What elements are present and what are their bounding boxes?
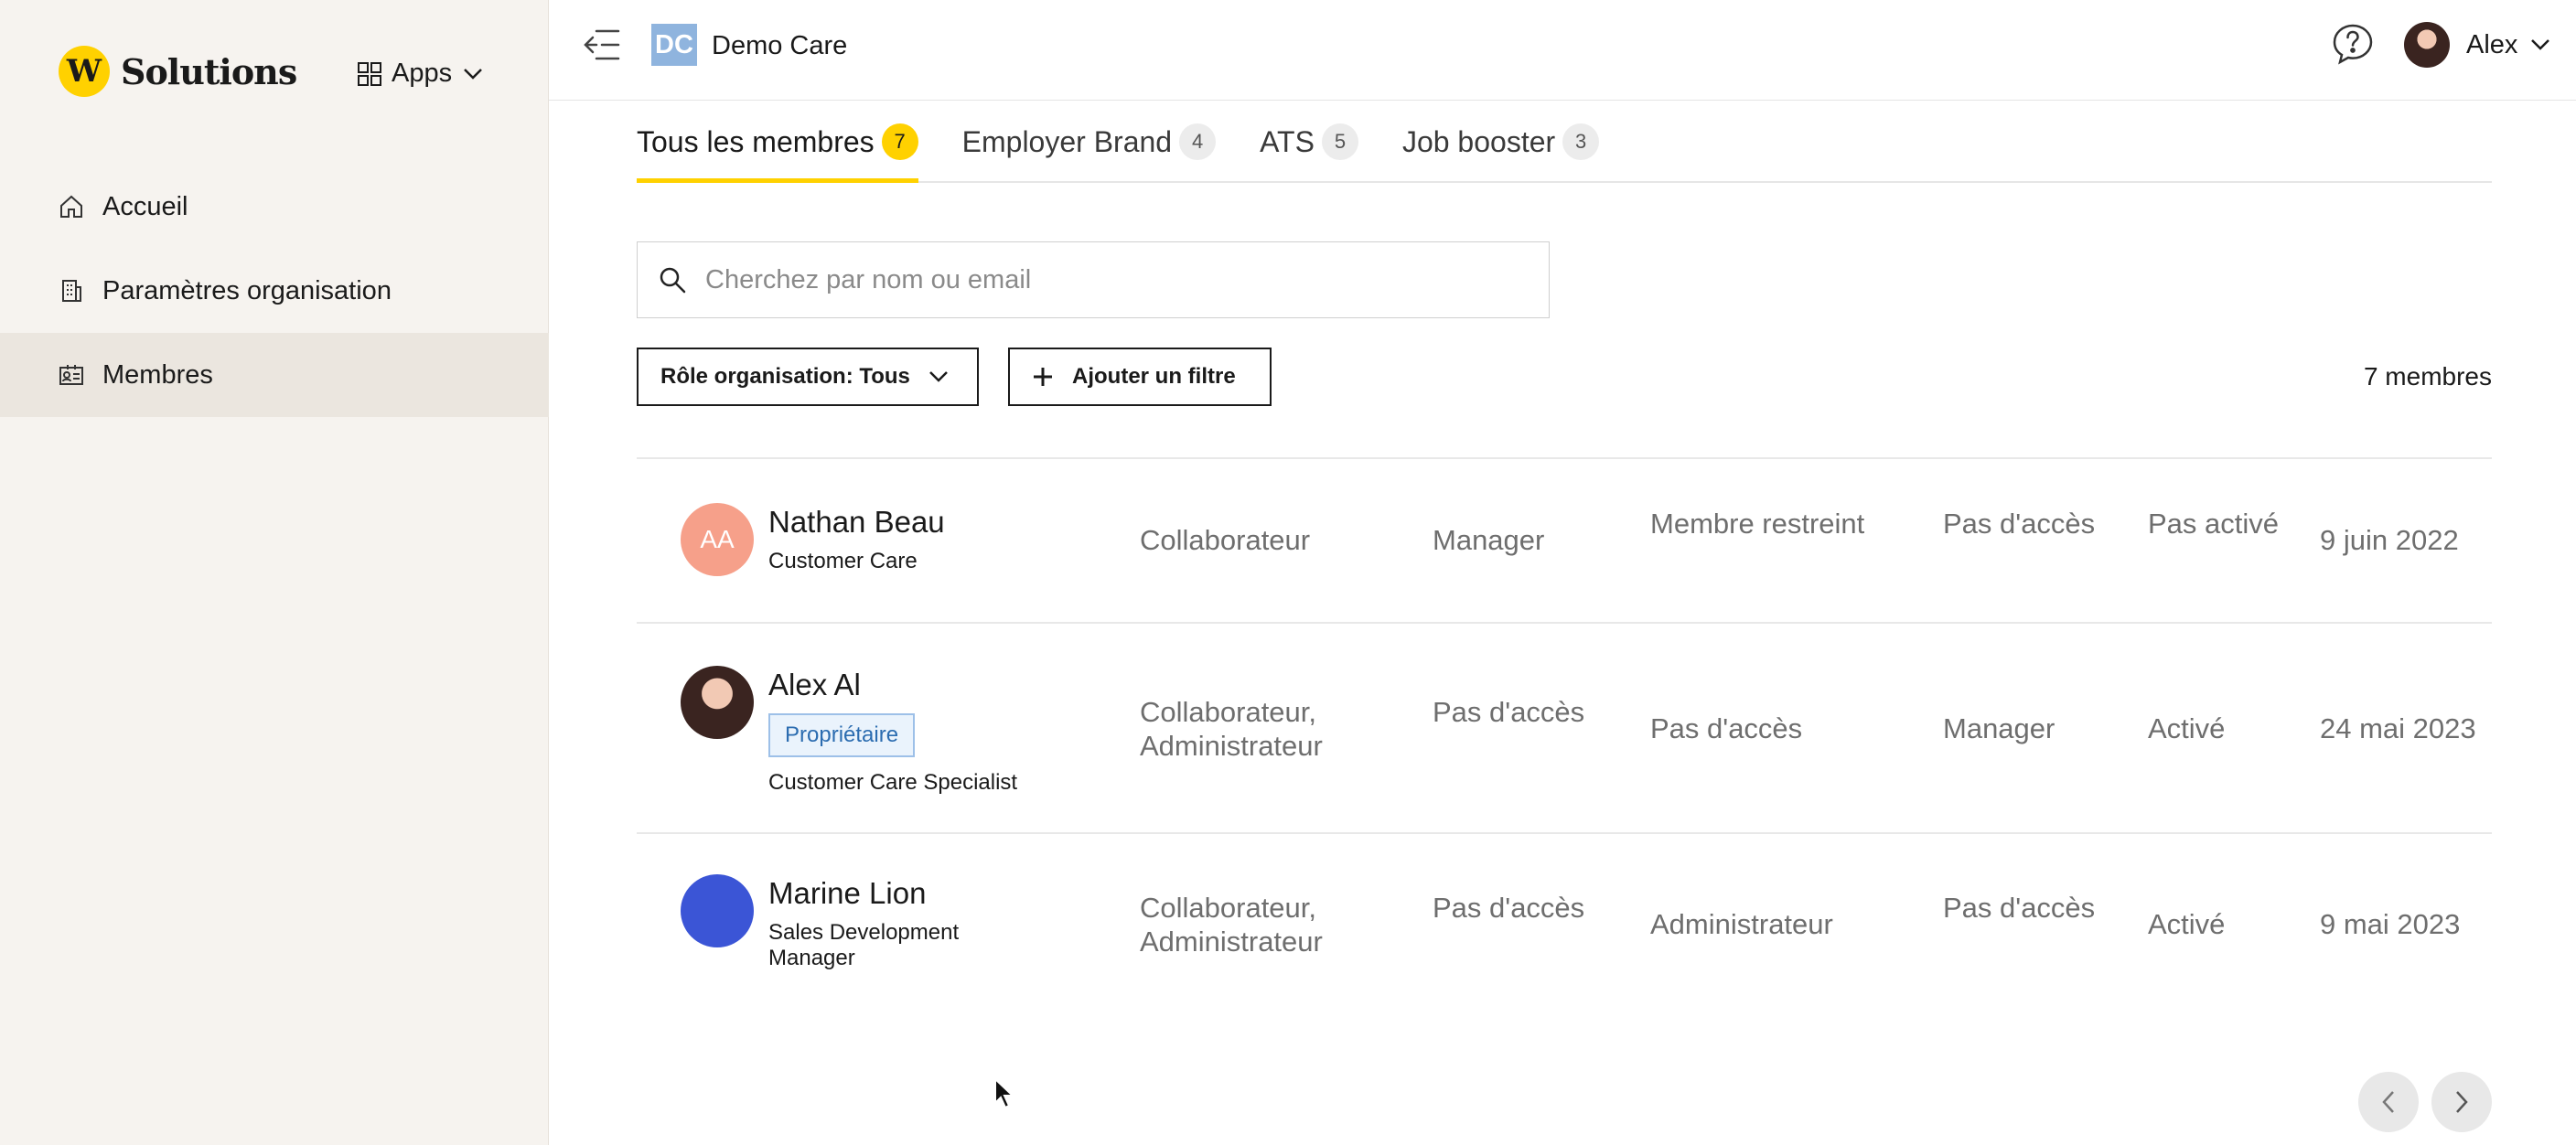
member-avatar	[681, 874, 754, 947]
chevron-down-icon	[464, 68, 482, 80]
chevron-down-icon	[2531, 39, 2550, 50]
cell-role-2: Pas d'accès	[1433, 892, 1585, 924]
members-count: 7 membres	[2363, 362, 2492, 391]
cell-status: Activé	[2148, 908, 2226, 940]
collapse-sidebar-button[interactable]	[582, 26, 622, 69]
brand-name: Solutions	[121, 50, 297, 92]
cell-date: 9 juin 2022	[2320, 524, 2459, 556]
topbar: DC Demo Care Alex	[549, 0, 2576, 101]
sidebar-item-label: Accueil	[102, 191, 188, 221]
sidebar-item-label: Paramètres organisation	[102, 275, 392, 305]
member-name[interactable]: Marine Lion	[768, 876, 997, 911]
tab-job-booster[interactable]: Job booster 3	[1401, 102, 1600, 181]
tab-label: Job booster	[1401, 124, 1556, 158]
member-title: Customer Care Specialist	[768, 770, 1018, 795]
table-row[interactable]: Marine Lion Sales Development Manager Co…	[637, 832, 2492, 1015]
sidebar-nav: Accueil Paramètres organisation Membres	[0, 165, 549, 417]
sidebar-item-label: Membres	[102, 359, 213, 390]
cell-role-3: Pas d'accès	[1650, 712, 1803, 744]
sidebar-item-parametres-organisation[interactable]: Paramètres organisation	[0, 249, 549, 333]
cell-status: Activé	[2148, 712, 2226, 744]
tab-employer-brand[interactable]: Employer Brand 4	[961, 102, 1217, 181]
table-row[interactable]: AA Nathan Beau Customer Care Collaborate…	[637, 457, 2492, 622]
brand[interactable]: W Solutions	[59, 46, 297, 97]
member-tabs: Tous les membres 7 Employer Brand 4 ATS …	[637, 102, 2492, 183]
tab-tous-les-membres[interactable]: Tous les membres 7	[637, 102, 918, 183]
search-input[interactable]	[705, 264, 1510, 295]
mouse-cursor-icon	[994, 1077, 1015, 1109]
user-avatar	[2404, 22, 2450, 68]
user-name: Alex	[2466, 29, 2518, 59]
cell-role-1: Collaborateur, Administrateur	[1140, 892, 1323, 958]
tab-label: Tous les membres	[637, 124, 875, 158]
user-menu-button[interactable]: Alex	[2404, 22, 2550, 68]
sidebar: W Solutions Apps Accueil Paramètres orga…	[0, 0, 549, 1145]
members-table: AA Nathan Beau Customer Care Collaborate…	[637, 457, 2492, 1015]
brand-logo-icon: W	[59, 46, 110, 97]
id-card-icon	[59, 365, 83, 385]
cell-role-3: Membre restreint	[1650, 508, 1865, 540]
member-identity: Alex Al Propriétaire Customer Care Speci…	[681, 666, 1017, 796]
tab-label: Employer Brand	[961, 124, 1173, 158]
add-filter-label: Ajouter un filtre	[1072, 364, 1236, 389]
member-title: Sales Development Manager	[768, 920, 960, 970]
cell-role-1: Collaborateur, Administrateur	[1140, 696, 1323, 762]
collapse-menu-icon	[584, 29, 620, 60]
org-name: Demo Care	[712, 31, 848, 60]
owner-badge: Propriétaire	[768, 713, 916, 757]
role-filter-label: Rôle organisation: Tous	[660, 364, 910, 389]
cell-date: 24 mai 2023	[2320, 712, 2476, 744]
tab-count-badge: 3	[1562, 123, 1600, 160]
search-icon	[660, 267, 686, 294]
apps-menu-button[interactable]: Apps	[357, 59, 483, 89]
previous-page-button[interactable]	[2358, 1072, 2419, 1132]
grid-icon	[358, 61, 381, 86]
member-name[interactable]: Nathan Beau	[768, 505, 945, 540]
tab-ats[interactable]: ATS 5	[1260, 102, 1358, 181]
cell-status: Pas activé	[2148, 508, 2280, 540]
chevron-down-icon	[929, 371, 948, 382]
org-avatar: DC	[651, 24, 697, 66]
member-name[interactable]: Alex Al	[768, 668, 1017, 702]
add-filter-button[interactable]: Ajouter un filtre	[1008, 348, 1272, 406]
chevron-left-icon	[2382, 1091, 2394, 1113]
building-icon	[62, 280, 81, 302]
cell-role-1: Collaborateur	[1140, 524, 1311, 556]
role-filter-dropdown[interactable]: Rôle organisation: Tous	[637, 348, 979, 406]
sidebar-item-membres[interactable]: Membres	[0, 333, 549, 417]
member-title: Customer Care	[768, 549, 918, 573]
sidebar-item-accueil[interactable]: Accueil	[0, 165, 549, 249]
tab-count-badge: 5	[1321, 123, 1358, 160]
cell-role-4: Manager	[1943, 712, 2055, 744]
search-box	[637, 241, 1550, 318]
cell-role-4: Pas d'accès	[1943, 508, 2096, 540]
member-identity: AA Nathan Beau Customer Care	[681, 503, 945, 576]
member-avatar: AA	[681, 503, 754, 576]
tab-count-badge: 4	[1179, 123, 1217, 160]
cell-role-2: Manager	[1433, 524, 1545, 556]
member-identity: Marine Lion Sales Development Manager	[681, 874, 997, 971]
tab-count-badge: 7	[881, 123, 918, 160]
next-page-button[interactable]	[2431, 1072, 2492, 1132]
apps-label: Apps	[392, 59, 453, 88]
cell-role-4: Pas d'accès	[1943, 892, 2096, 924]
home-icon	[60, 195, 82, 218]
plus-icon	[1034, 368, 1052, 386]
member-avatar	[681, 666, 754, 739]
help-icon	[2333, 24, 2373, 65]
help-button[interactable]	[2331, 22, 2375, 70]
cell-role-3: Administrateur	[1650, 908, 1833, 940]
cell-role-2: Pas d'accès	[1433, 696, 1585, 728]
tab-label: ATS	[1260, 124, 1315, 158]
table-row[interactable]: Alex Al Propriétaire Customer Care Speci…	[637, 622, 2492, 832]
cell-date: 9 mai 2023	[2320, 908, 2461, 940]
chevron-right-icon	[2456, 1091, 2468, 1113]
